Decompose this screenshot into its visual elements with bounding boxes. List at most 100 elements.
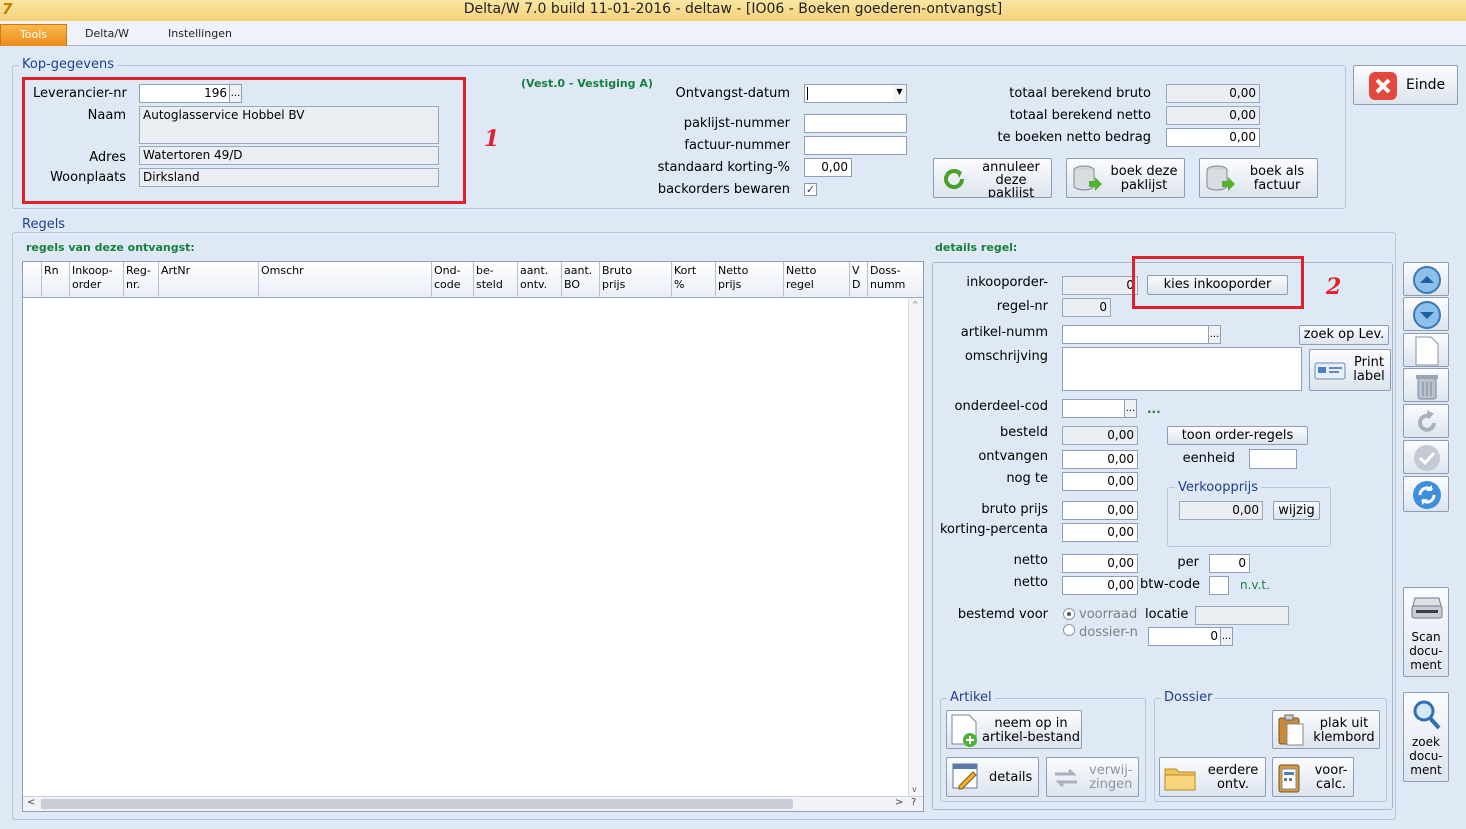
tab-tools[interactable]: Tools	[0, 24, 67, 46]
grid-col-nettoprijs[interactable]: Netto prijs	[715, 262, 783, 298]
new-document-button[interactable]	[1403, 333, 1449, 367]
dossier-lookup-button[interactable]: ...	[1220, 627, 1233, 646]
btw-input[interactable]	[1209, 576, 1229, 595]
ontvangen-input[interactable]: 0,00	[1062, 450, 1138, 469]
per-input[interactable]: 0	[1209, 554, 1250, 573]
annotation-number-2: 2	[1326, 274, 1342, 300]
ontvangst-datum-input[interactable]	[804, 84, 907, 103]
annuleer-paklijst-button[interactable]: annuleer deze paklijst	[933, 158, 1052, 198]
eerdere-ontv-button[interactable]: eerdere ontv.	[1159, 757, 1266, 797]
voorraad-radio[interactable]	[1063, 608, 1075, 620]
grid-col-rn[interactable]: Rn	[41, 262, 69, 298]
onderdeel-input[interactable]	[1062, 399, 1125, 418]
boek-paklijst-button[interactable]: boek deze paklijst	[1066, 158, 1185, 198]
per-label: per	[1177, 555, 1199, 570]
scan-document-button[interactable]: Scan docu- ment	[1403, 587, 1449, 677]
zoek-line3: ment	[1410, 763, 1442, 777]
paklijst-input[interactable]	[804, 114, 907, 133]
scroll-down-arrow-icon[interactable]: v	[912, 785, 917, 794]
neem-op-artikel-button[interactable]: neem op in artikel-bestand	[946, 710, 1082, 749]
einde-button[interactable]: Einde	[1353, 65, 1458, 105]
te-boeken-input[interactable]: 0,00	[1166, 128, 1260, 147]
backorders-checkbox[interactable]: ✓	[804, 183, 817, 196]
bruto-prijs-input[interactable]: 0,00	[1062, 501, 1138, 520]
scroll-thumb[interactable]	[41, 799, 793, 809]
factuur-input[interactable]	[804, 136, 907, 155]
wijzig-button[interactable]: wijzig	[1273, 501, 1320, 520]
title-bar: Delta/W 7.0 build 11-01-2016 - deltaw - …	[0, 0, 1466, 21]
grid-col-vd[interactable]: V D	[849, 262, 867, 298]
grid-col-regnr[interactable]: Reg- nr.	[123, 262, 158, 298]
dossier-radio[interactable]	[1063, 624, 1075, 636]
netto2-input[interactable]: 0,00	[1062, 576, 1138, 595]
grid-col-ontv[interactable]: aant. ontv.	[517, 262, 561, 298]
onderdeel-lookup-button[interactable]: ...	[1124, 399, 1137, 418]
print-label-button[interactable]: Print label	[1309, 349, 1391, 391]
grid-col-kort[interactable]: Kort %	[671, 262, 715, 298]
boek-paklijst-line2: paklijst	[1120, 178, 1168, 193]
korting-label: standaard korting-%	[657, 160, 790, 175]
artikel-input[interactable]	[1062, 325, 1210, 344]
regels-grid[interactable]: Rn Inkoop- order Reg- nr. ArtNr Omschr O…	[22, 261, 924, 812]
voorcalc-button[interactable]: voor- calc.	[1272, 757, 1354, 797]
grid-col-omschr[interactable]: Omschr	[258, 262, 431, 298]
move-down-button[interactable]	[1403, 297, 1449, 331]
grid-col-ondcode[interactable]: Ond- code	[431, 262, 473, 298]
grid-vertical-scrollbar[interactable]: ^ v	[908, 298, 923, 796]
ontvangst-datum-label: Ontvangst-datum	[675, 86, 791, 101]
tab-instellingen[interactable]: Instellingen	[155, 24, 245, 46]
scroll-help-icon[interactable]: ?	[911, 797, 916, 808]
window-title: Delta/W 7.0 build 11-01-2016 - deltaw - …	[463, 1, 1003, 17]
kop-gegevens-title: Kop-gegevens	[19, 58, 117, 72]
grid-col-bo[interactable]: aant. BO	[561, 262, 599, 298]
eenheid-input[interactable]	[1249, 449, 1297, 469]
grid-col-besteld[interactable]: be- steld	[473, 262, 517, 298]
print-label-line2: label	[1353, 369, 1385, 384]
tab-deltaw[interactable]: Delta/W	[72, 24, 142, 46]
delete-button[interactable]	[1403, 368, 1449, 402]
korting-perc-label: korting-percenta	[939, 522, 1048, 537]
dossier-input[interactable]: 0	[1148, 627, 1222, 646]
chevron-down-icon[interactable]: ▼	[893, 85, 906, 102]
details-button[interactable]: details	[946, 757, 1039, 797]
grid-col-dossnr[interactable]: Doss- numm	[867, 262, 909, 298]
verwijzingen-line1: verwij-	[1089, 763, 1133, 778]
zoek-document-button[interactable]: zoek docu- ment	[1403, 692, 1449, 782]
besteld-field: 0,00	[1062, 426, 1138, 445]
totaal-netto-label: totaal berekend netto	[1009, 108, 1151, 123]
confirm-button[interactable]	[1403, 440, 1449, 474]
vestiging-label: (Vest.0 - Vestiging A)	[521, 77, 653, 90]
grid-col-artnr[interactable]: ArtNr	[158, 262, 258, 298]
grid-horizontal-scrollbar[interactable]: < > ?	[23, 796, 923, 811]
refresh-icon	[944, 169, 965, 189]
grid-col-nettoregel[interactable]: Netto regel	[783, 262, 849, 298]
nogte-input[interactable]: 0,00	[1062, 472, 1138, 491]
besteld-label: besteld	[1000, 425, 1048, 440]
zoek-op-lev-button[interactable]: zoek op Lev.	[1299, 325, 1389, 345]
scanner-icon	[1411, 597, 1443, 619]
app-logo-icon: 7	[2, 0, 13, 18]
netto1-input[interactable]: 0,00	[1062, 554, 1138, 573]
toon-order-regels-button[interactable]: toon order-regels	[1167, 426, 1308, 445]
grid-col-inkooporder[interactable]: Inkoop- order	[69, 262, 123, 298]
scroll-up-arrow-icon[interactable]: ^	[912, 300, 919, 309]
plak-uit-klembord-button[interactable]: plak uit klembord	[1272, 710, 1380, 749]
plak-line2: klembord	[1313, 730, 1375, 745]
verwijzingen-button[interactable]: verwij- zingen	[1046, 757, 1139, 797]
korting-perc-input[interactable]: 0,00	[1062, 523, 1138, 542]
magnifier-icon	[1413, 700, 1441, 730]
omschrijving-input[interactable]	[1062, 347, 1302, 391]
boek-factuur-button[interactable]: boek als factuur	[1199, 158, 1318, 198]
artikel-lookup-button[interactable]: ...	[1208, 325, 1221, 344]
boek-paklijst-line1: boek deze	[1110, 164, 1178, 179]
regelnr-field: 0	[1062, 298, 1111, 317]
undo-button[interactable]	[1403, 404, 1449, 438]
korting-input[interactable]: 0,00	[804, 158, 852, 177]
edit-form-icon	[952, 763, 978, 790]
scroll-right-arrow-icon[interactable]: >	[895, 797, 903, 808]
refresh-button[interactable]	[1403, 476, 1449, 512]
move-up-button[interactable]	[1403, 262, 1449, 296]
scroll-left-arrow-icon[interactable]: <	[27, 797, 35, 808]
grid-col-brutoprijs[interactable]: Bruto prijs	[599, 262, 671, 298]
sync-icon	[1413, 481, 1441, 509]
